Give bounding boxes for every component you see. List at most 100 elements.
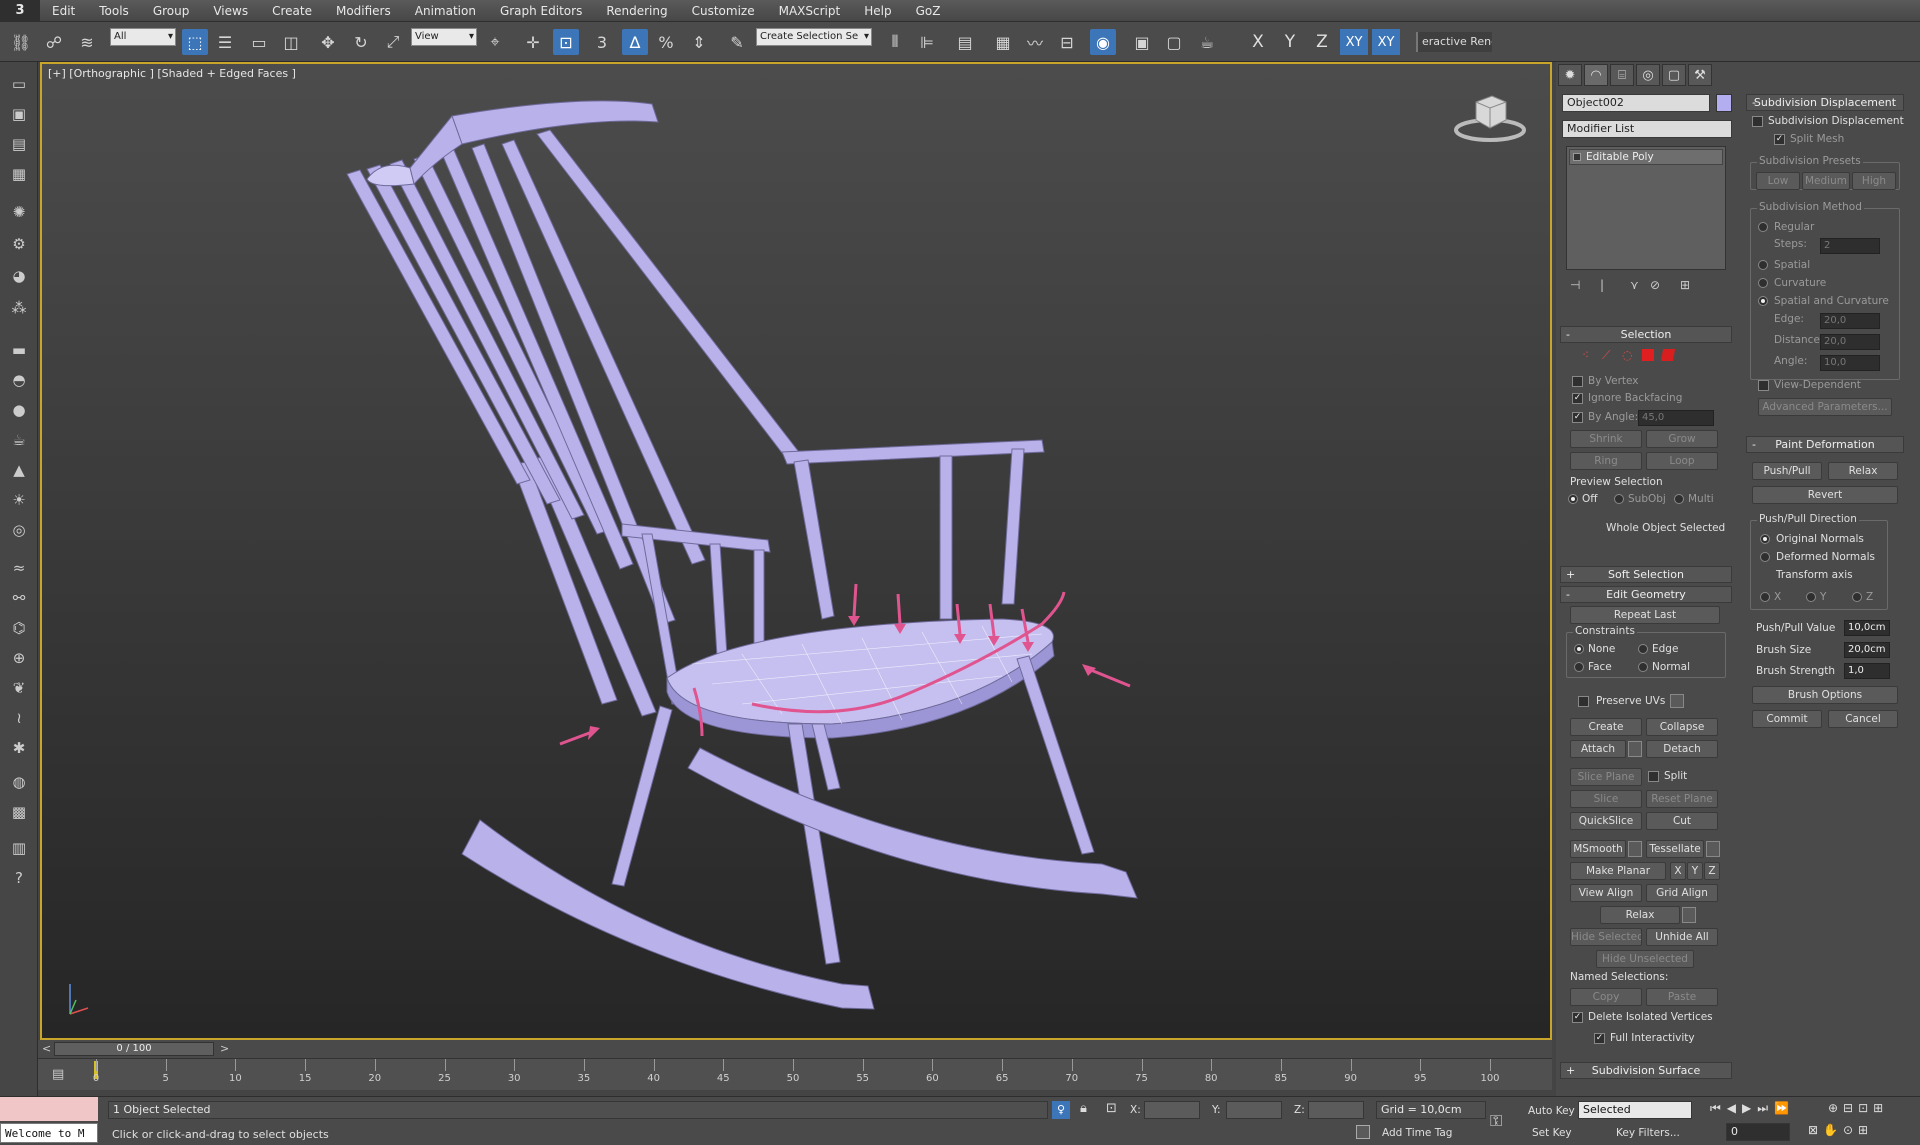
axis-z-button[interactable]: Z: [1308, 29, 1336, 55]
viewcube-icon[interactable]: [1452, 86, 1528, 146]
tessellate-button[interactable]: Tessellate: [1646, 840, 1704, 858]
menu-item-create[interactable]: Create: [260, 0, 324, 22]
make-unique-icon[interactable]: ⋎: [1630, 278, 1639, 292]
object-name-field[interactable]: Object002: [1562, 94, 1710, 112]
attach-button[interactable]: Attach: [1570, 740, 1626, 758]
select-by-name-icon[interactable]: ☰: [212, 29, 238, 55]
track-bar-menu-icon[interactable]: ▤: [52, 1067, 64, 1082]
viewport-icon[interactable]: ▭: [6, 72, 32, 96]
constraint-normal-radio[interactable]: [1638, 662, 1648, 672]
torus-icon[interactable]: ◎: [6, 518, 32, 542]
time-tag-icon[interactable]: [1356, 1125, 1370, 1139]
x-coord-field[interactable]: [1144, 1101, 1200, 1119]
tab-create-icon[interactable]: ✹: [1558, 64, 1582, 86]
menu-item-goz[interactable]: GoZ: [904, 0, 953, 22]
view-align-button[interactable]: View Align: [1570, 884, 1642, 902]
move-icon[interactable]: ✥: [315, 29, 341, 55]
detach-button[interactable]: Detach: [1646, 740, 1718, 758]
grid-align-button[interactable]: Grid Align: [1646, 884, 1718, 902]
curve-editor-icon[interactable]: 〰: [1022, 29, 1048, 55]
menu-item-edit[interactable]: Edit: [40, 0, 87, 22]
hemisphere-icon[interactable]: ◓: [6, 368, 32, 392]
menu-item-rendering[interactable]: Rendering: [594, 0, 679, 22]
preview-multi-radio[interactable]: [1674, 494, 1684, 504]
make-planar-x-button[interactable]: X: [1670, 862, 1686, 880]
link-icon[interactable]: ⛓: [8, 29, 34, 55]
particles-icon[interactable]: ⁂: [6, 296, 32, 320]
method-curvature-radio[interactable]: [1758, 278, 1768, 288]
tab-hierarchy-icon[interactable]: ⌸: [1610, 64, 1634, 86]
key-mode-dropdown[interactable]: Selected: [1578, 1101, 1692, 1119]
paint-relax-button[interactable]: Relax: [1828, 462, 1898, 480]
split-checkbox[interactable]: [1648, 771, 1659, 782]
manipulate-icon[interactable]: ✛: [520, 29, 546, 55]
edit-named-selection-icon[interactable]: ✎: [724, 29, 750, 55]
preset-low-button[interactable]: Low: [1756, 172, 1800, 190]
relax-settings-icon[interactable]: [1682, 907, 1696, 923]
preview-off-radio[interactable]: [1568, 494, 1578, 504]
original-normals-radio[interactable]: [1760, 534, 1770, 544]
msmooth-button[interactable]: MSmooth: [1570, 840, 1626, 858]
slice-button[interactable]: Slice: [1570, 790, 1642, 808]
isolate-selection-icon[interactable]: ♀: [1052, 1101, 1070, 1119]
modifier-list-dropdown[interactable]: Modifier List: [1562, 120, 1732, 138]
attach-list-icon[interactable]: [1628, 741, 1642, 757]
transform-y-radio[interactable]: [1806, 592, 1816, 602]
steps-spinner[interactable]: 2: [1820, 238, 1880, 254]
stack-expand-icon[interactable]: [1573, 153, 1581, 161]
constraint-none-radio[interactable]: [1574, 644, 1584, 654]
menu-item-help[interactable]: Help: [852, 0, 903, 22]
set-key-icon[interactable]: ⚿: [1490, 1111, 1502, 1131]
app-logo[interactable]: 3: [0, 0, 40, 22]
absolute-mode-icon[interactable]: ⊡: [1106, 1101, 1117, 1116]
preserve-uvs-settings-icon[interactable]: [1670, 694, 1684, 708]
tab-motion-icon[interactable]: ◎: [1636, 64, 1660, 86]
add-time-tag-button[interactable]: Add Time Tag: [1382, 1127, 1452, 1139]
border-mode-icon[interactable]: ◌: [1622, 348, 1632, 362]
reset-plane-button[interactable]: Reset Plane: [1646, 790, 1718, 808]
view-dependent-checkbox[interactable]: [1758, 380, 1769, 391]
script-listener-mini[interactable]: [0, 1097, 98, 1121]
bind-space-warp-icon[interactable]: ≋: [74, 29, 100, 55]
axis-xy-button[interactable]: XY: [1340, 29, 1368, 55]
brush-options-button[interactable]: Brush Options: [1752, 686, 1898, 704]
pivot-center-icon[interactable]: ⌖: [482, 29, 508, 55]
viewport-nav-controls-2[interactable]: ⊠✋⊙⊞: [1808, 1123, 1873, 1137]
transform-z-radio[interactable]: [1852, 592, 1862, 602]
percent-snap-icon[interactable]: %: [653, 29, 679, 55]
by-angle-spinner[interactable]: 45,0: [1638, 410, 1714, 426]
material-sphere-icon[interactable]: ◍: [6, 770, 32, 794]
subdivision-displacement-checkbox[interactable]: [1752, 116, 1763, 127]
push-pull-button[interactable]: Push/Pull: [1752, 462, 1822, 480]
axis-xy-cycle-button[interactable]: XY: [1372, 29, 1400, 55]
unhide-all-button[interactable]: Unhide All: [1646, 928, 1718, 946]
collapse-button[interactable]: Collapse: [1646, 718, 1718, 736]
pin-stack-icon[interactable]: ⊣: [1570, 278, 1580, 292]
angle-snap-icon[interactable]: ∆: [622, 29, 648, 55]
viewport-nav-controls[interactable]: ⊕⊟⊡⊞: [1828, 1101, 1888, 1115]
set-key-button[interactable]: Set Key: [1532, 1127, 1572, 1139]
split-mesh-checkbox[interactable]: ✓: [1774, 134, 1785, 145]
edge-spinner[interactable]: 20,0: [1820, 313, 1880, 329]
vertex-mode-icon[interactable]: ⁖: [1582, 348, 1589, 362]
menu-item-tools[interactable]: Tools: [87, 0, 141, 22]
copy-button[interactable]: Copy: [1570, 988, 1642, 1006]
cancel-button[interactable]: Cancel: [1828, 710, 1898, 728]
brush-strength-spinner[interactable]: 1,0: [1844, 663, 1890, 679]
bones-icon[interactable]: ⚯: [6, 586, 32, 610]
revert-button[interactable]: Revert: [1752, 486, 1898, 504]
constraint-edge-radio[interactable]: [1638, 644, 1648, 654]
box-icon[interactable]: ▬: [6, 338, 32, 362]
y-coord-field[interactable]: [1226, 1101, 1282, 1119]
full-interactivity-checkbox[interactable]: ✓: [1594, 1033, 1605, 1044]
tessellate-settings-icon[interactable]: [1706, 841, 1720, 857]
hair-icon[interactable]: ≈: [6, 556, 32, 580]
preset-medium-button[interactable]: Medium: [1802, 172, 1850, 190]
ring-button[interactable]: Ring: [1570, 452, 1642, 470]
by-vertex-checkbox[interactable]: [1572, 376, 1583, 387]
axis-x-button[interactable]: X: [1244, 29, 1272, 55]
gear-icon[interactable]: ⚙: [6, 232, 32, 256]
make-planar-z-button[interactable]: Z: [1704, 862, 1720, 880]
tab-modify-icon[interactable]: ◠: [1584, 64, 1608, 86]
current-frame-field[interactable]: 0: [1726, 1123, 1790, 1141]
